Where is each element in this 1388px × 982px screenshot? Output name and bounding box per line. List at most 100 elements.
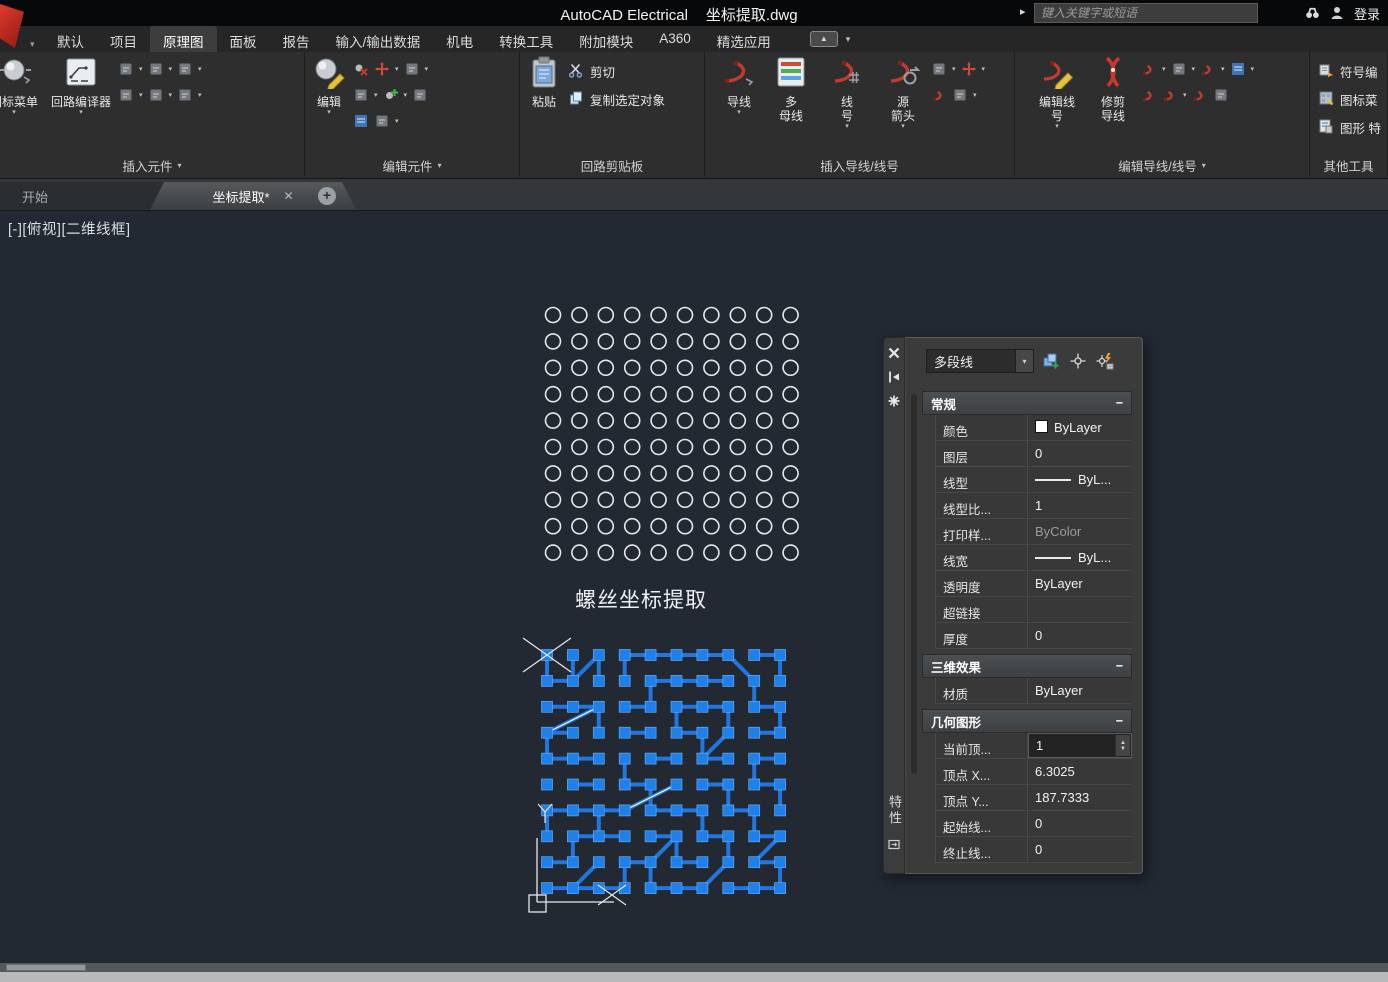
ribbon-tab-5[interactable]: 报告	[270, 26, 323, 52]
ribbon-tool-icon[interactable]	[1200, 61, 1216, 77]
select-objects-icon[interactable]	[1068, 351, 1088, 371]
ribbon-tool-icon[interactable]	[177, 61, 193, 77]
dropdown-caret-icon[interactable]: ▾	[973, 91, 977, 99]
selector-dropdown-icon[interactable]: ▾	[1015, 350, 1033, 372]
dropdown-caret-icon[interactable]: ▾	[1162, 65, 1166, 73]
ribbon-tool-icon[interactable]	[1162, 87, 1178, 103]
ribbon-button-wire[interactable]: 导线▾	[715, 52, 763, 117]
property-value[interactable]: ByL...	[1028, 545, 1132, 570]
property-value[interactable]	[1028, 597, 1132, 622]
ribbon-button-copy[interactable]: 复制选定对象	[568, 90, 665, 109]
ribbon-tab-11[interactable]: 精选应用	[704, 26, 784, 52]
property-value[interactable]: 0	[1028, 811, 1132, 836]
ribbon-tool-icon[interactable]	[931, 87, 947, 103]
ribbon-tool-icon[interactable]	[404, 61, 420, 77]
dropdown-caret-icon[interactable]: ▾	[1192, 65, 1196, 73]
panel-label-1[interactable]: 插入元件▾	[0, 154, 304, 177]
ribbon-tool-icon[interactable]	[961, 61, 977, 77]
property-value[interactable]: 6.3025	[1028, 759, 1132, 784]
property-value[interactable]: ByLayer	[1028, 571, 1132, 596]
dropdown-caret-icon[interactable]: ▾	[198, 91, 202, 99]
object-type-selector[interactable]: 多段线 ▾	[926, 349, 1034, 373]
ribbon-tool-icon[interactable]	[353, 113, 369, 129]
ribbon-button-sym-builder[interactable]: 符号编	[1318, 62, 1381, 81]
auto-hide-icon[interactable]	[884, 368, 904, 386]
property-value[interactable]: 0	[1028, 623, 1132, 648]
ribbon-button-sphere[interactable]: 图标菜单▾	[0, 52, 44, 117]
ribbon-tool-icon[interactable]	[148, 61, 164, 77]
ribbon-button-wire-arrow[interactable]: 源 箭头▾	[875, 52, 931, 131]
ribbon-tab-7[interactable]: 机电	[433, 26, 486, 52]
dropdown-caret-icon[interactable]: ▾	[198, 65, 202, 73]
ribbon-tab-8[interactable]: 转换工具	[486, 26, 566, 52]
dropdown-caret-icon[interactable]: ▾	[404, 91, 408, 99]
horizontal-scrollbar[interactable]	[0, 963, 1388, 972]
dropdown-caret-icon[interactable]: ▾	[169, 65, 173, 73]
panel-label-5[interactable]: 编辑导线/线号▾	[1015, 154, 1309, 177]
dropdown-caret-icon[interactable]: ▾	[1221, 65, 1225, 73]
ribbon-tool-icon[interactable]	[118, 61, 134, 77]
ribbon-tool-icon[interactable]	[952, 87, 968, 103]
ribbon-tab-2[interactable]: 项目	[97, 26, 150, 52]
ribbon-tab-6[interactable]: 输入/输出数据	[323, 26, 434, 52]
dropdown-caret-icon[interactable]: ▾	[425, 65, 429, 73]
new-tab-button[interactable]: +	[318, 187, 336, 205]
ribbon-button-icon-menu-wiz[interactable]: 图标菜	[1318, 90, 1381, 109]
dropdown-caret-icon[interactable]: ▾	[169, 91, 173, 99]
dropdown-caret-icon[interactable]: ▾	[139, 91, 143, 99]
ribbon-tool-icon[interactable]	[374, 113, 390, 129]
drawing-area[interactable]: [-][俯视][二维线框] 螺丝坐标提取	[0, 210, 1388, 963]
search-binoculars-icon[interactable]	[1304, 5, 1321, 22]
ribbon-tab-9[interactable]: 附加模块	[566, 26, 646, 52]
ribbon-tool-icon[interactable]	[1171, 61, 1187, 77]
property-value[interactable]: ByL...	[1028, 467, 1132, 492]
ribbon-tool-icon[interactable]	[1192, 87, 1208, 103]
palette-title-strip[interactable]: 特性	[883, 337, 905, 874]
help-search-input[interactable]	[1034, 3, 1258, 23]
property-value[interactable]: 1▲▼	[1028, 733, 1132, 758]
collapse-section-icon[interactable]: −	[1116, 659, 1123, 673]
palette-anchor-icon[interactable]	[887, 837, 902, 857]
dropdown-caret-icon[interactable]: ▾	[982, 65, 986, 73]
collapse-section-icon[interactable]: −	[1116, 396, 1123, 410]
ribbon-tool-icon[interactable]	[353, 61, 369, 77]
ribbon-tool-icon[interactable]	[1213, 87, 1229, 103]
ribbon-button-scissors[interactable]: 剪切	[568, 62, 665, 81]
dropdown-caret-icon[interactable]: ▾	[139, 65, 143, 73]
ribbon-button-clipboard[interactable]: 粘贴	[520, 52, 568, 109]
viewport-controls[interactable]: [-][俯视][二维线框]	[8, 218, 131, 239]
ribbon-tool-icon[interactable]	[118, 87, 134, 103]
toggle-pickadd-icon[interactable]	[1041, 351, 1061, 371]
quick-select-icon[interactable]	[1095, 351, 1115, 371]
ribbon-tab-4[interactable]: 面板	[217, 26, 270, 52]
ribbon-button-wire-pencil[interactable]: 编辑线 号▾	[1029, 52, 1085, 131]
ribbon-tool-icon[interactable]	[1230, 61, 1246, 77]
ribbon-display-toggle[interactable]: ▲	[810, 31, 838, 47]
property-value[interactable]: ByLayer	[1028, 415, 1132, 440]
application-menu-caret-icon[interactable]: ▾	[30, 39, 35, 50]
property-value[interactable]: 0	[1028, 837, 1132, 862]
ribbon-tool-icon[interactable]	[1141, 61, 1157, 77]
dropdown-caret-icon[interactable]: ▾	[1183, 91, 1187, 99]
ribbon-tool-icon[interactable]	[383, 87, 399, 103]
dropdown-caret-icon[interactable]: ▾	[1251, 65, 1255, 73]
panel-label-3[interactable]: 回路剪贴板	[520, 154, 704, 177]
ribbon-button-circuit[interactable]: 回路编译器▾	[44, 52, 118, 117]
ribbon-tab-3[interactable]: 原理图	[150, 26, 217, 52]
ribbon-button-wire-trim[interactable]: 修剪 导线	[1085, 52, 1141, 123]
property-value[interactable]: 0	[1028, 441, 1132, 466]
section-header[interactable]: 常规−	[922, 391, 1132, 415]
signin-link[interactable]: 登录	[1354, 4, 1380, 23]
property-value[interactable]: 1	[1028, 493, 1132, 518]
ribbon-tool-icon[interactable]	[1141, 87, 1157, 103]
collapse-section-icon[interactable]: −	[1116, 714, 1123, 728]
panel-label-6[interactable]: 其他工具	[1310, 154, 1387, 177]
dropdown-caret-icon[interactable]: ▾	[374, 91, 378, 99]
dropdown-caret-icon[interactable]: ▾	[395, 65, 399, 73]
ribbon-tool-icon[interactable]	[177, 87, 193, 103]
close-icon[interactable]	[884, 344, 904, 362]
ribbon-button-multibus[interactable]: 多 母线	[763, 52, 819, 123]
ribbon-tool-icon[interactable]	[148, 87, 164, 103]
section-header[interactable]: 几何图形−	[922, 709, 1132, 733]
ribbon-button-wire-number[interactable]: 线 号▾	[819, 52, 875, 131]
